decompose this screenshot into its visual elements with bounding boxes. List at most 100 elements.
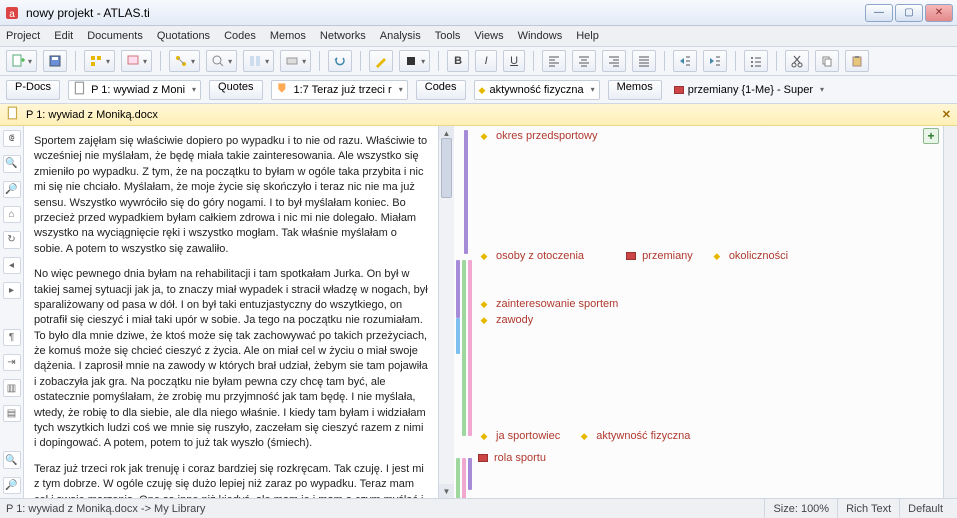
menu-tools[interactable]: Tools <box>435 30 461 42</box>
menu-documents[interactable]: Documents <box>87 30 143 42</box>
side-zoomout-icon[interactable]: 🔎 <box>3 181 21 198</box>
menu-views[interactable]: Views <box>474 30 503 42</box>
code-label: okoliczności <box>729 250 788 262</box>
increase-indent-button[interactable] <box>703 50 727 72</box>
side-searchnext-icon[interactable]: 🔎 <box>3 477 21 494</box>
bold-button[interactable]: B <box>447 50 469 72</box>
quote-combo[interactable]: 1:7 Teraz już trzeci r <box>271 80 408 100</box>
add-document-button[interactable] <box>6 50 37 72</box>
scroll-down-icon[interactable]: ▼ <box>439 484 454 498</box>
window-title: nowy projekt - ATLAS.ti <box>26 6 865 20</box>
align-right-button[interactable] <box>602 50 626 72</box>
menubar: Project Edit Documents Quotations Codes … <box>0 26 957 46</box>
maximize-button[interactable]: ▢ <box>895 4 923 22</box>
pdoc-combo[interactable]: P 1: wywiad z Moni <box>68 80 201 100</box>
cut-button[interactable] <box>785 50 809 72</box>
code-item[interactable]: osoby z otoczenia przemiany okoliczności <box>478 250 937 262</box>
undo-button[interactable] <box>328 50 352 72</box>
save-button[interactable] <box>43 50 67 72</box>
output-button[interactable] <box>280 50 311 72</box>
side-zoomin-icon[interactable]: 🔍 <box>3 155 21 172</box>
menu-quotations[interactable]: Quotations <box>157 30 210 42</box>
doc-tab-icon <box>6 106 20 123</box>
quote-bar[interactable] <box>462 458 466 498</box>
side-wrap-icon[interactable]: ⇥ <box>3 354 21 371</box>
side-bracket-icon[interactable]: ⟃ <box>3 130 21 147</box>
scroll-thumb[interactable] <box>441 138 452 198</box>
code-label: zainteresowanie sportem <box>496 298 618 310</box>
quote-bar[interactable] <box>456 260 460 318</box>
code-item[interactable]: ja sportowiec aktywność fizyczna <box>478 430 937 442</box>
code-label: okres przedsportowy <box>496 130 598 142</box>
paragraph: Sportem zajęłam się właściwie dopiero po… <box>34 134 428 257</box>
menu-edit[interactable]: Edit <box>54 30 73 42</box>
quote-bar[interactable] <box>468 458 472 490</box>
memos-button[interactable]: Memos <box>608 80 662 100</box>
quotes-button[interactable]: Quotes <box>209 80 262 100</box>
pdocs-button[interactable]: P-Docs <box>6 80 60 100</box>
side-margin-icon[interactable]: ▥ <box>3 379 21 396</box>
align-center-button[interactable] <box>572 50 596 72</box>
code-item[interactable]: rola sportu <box>478 452 937 464</box>
italic-button[interactable]: I <box>475 50 497 72</box>
code-item[interactable]: okres przedsportowy <box>478 130 937 142</box>
decrease-indent-button[interactable] <box>673 50 697 72</box>
memo-icon <box>626 252 636 260</box>
menu-help[interactable]: Help <box>576 30 599 42</box>
menu-windows[interactable]: Windows <box>518 30 563 42</box>
menu-codes[interactable]: Codes <box>224 30 256 42</box>
document-text[interactable]: Sportem zajęłam się właściwie dopiero po… <box>24 126 438 498</box>
document-pane: Sportem zajęłam się właściwie dopiero po… <box>24 126 454 498</box>
underline-button[interactable]: U <box>503 50 525 72</box>
doc-scrollbar[interactable]: ▲ ▼ <box>438 126 454 498</box>
document-tab-label[interactable]: P 1: wywiad z Moniką.docx <box>26 109 158 121</box>
side-reset-icon[interactable]: ⌂ <box>3 206 21 223</box>
memo-combo[interactable]: przemiany {1-Me} - Super <box>670 80 828 100</box>
codes-button[interactable]: Codes <box>416 80 466 100</box>
query-button[interactable] <box>206 50 237 72</box>
code-combo[interactable]: aktywność fizyczna <box>474 80 600 100</box>
copy-button[interactable] <box>815 50 839 72</box>
side-nexthit-icon[interactable]: ▸ <box>3 282 21 299</box>
quote-bar[interactable] <box>468 260 472 436</box>
side-search-icon[interactable]: 🔍 <box>3 451 21 468</box>
paragraph: Teraz już trzeci rok jak trenuję i coraz… <box>34 462 428 498</box>
close-button[interactable]: ✕ <box>925 4 953 22</box>
margin-pane: + okres przedsportowy osoby z otoczenia … <box>454 126 943 498</box>
add-region-button[interactable]: + <box>923 128 939 144</box>
code-item[interactable]: zawody <box>478 314 937 326</box>
highlight-button[interactable] <box>369 50 393 72</box>
titlebar: a nowy projekt - ATLAS.ti — ▢ ✕ <box>0 0 957 26</box>
close-tab-button[interactable]: ✕ <box>942 108 951 121</box>
menu-networks[interactable]: Networks <box>320 30 366 42</box>
code-icon <box>478 130 490 142</box>
memo-icon <box>478 454 488 462</box>
status-size[interactable]: Size: 100% <box>764 499 837 518</box>
quote-bar[interactable] <box>464 130 468 254</box>
quotation-bars <box>456 126 478 498</box>
code-icon <box>478 298 490 310</box>
align-left-button[interactable] <box>542 50 566 72</box>
quote-bar[interactable] <box>456 458 460 498</box>
minimize-button[interactable]: — <box>865 4 893 22</box>
side-prevhit-icon[interactable]: ◂ <box>3 257 21 274</box>
justify-button[interactable] <box>632 50 656 72</box>
quote-bar[interactable] <box>462 260 466 436</box>
menu-analysis[interactable]: Analysis <box>380 30 421 42</box>
side-paragraph-icon[interactable]: ¶ <box>3 329 21 346</box>
code-item[interactable]: zainteresowanie sportem <box>478 298 937 310</box>
menu-memos[interactable]: Memos <box>270 30 306 42</box>
code-icon <box>478 314 490 326</box>
code-icon <box>711 250 723 262</box>
color-button[interactable] <box>399 50 430 72</box>
quote-bar[interactable] <box>456 318 460 354</box>
side-numbers-icon[interactable]: ▤ <box>3 405 21 422</box>
paste-button[interactable] <box>845 50 869 72</box>
cooccurrence-button[interactable] <box>243 50 274 72</box>
memo-tool-button[interactable] <box>121 50 152 72</box>
menu-project[interactable]: Project <box>6 30 40 42</box>
side-refresh-icon[interactable]: ↻ <box>3 231 21 248</box>
bullet-list-button[interactable] <box>744 50 768 72</box>
codes-tool-button[interactable] <box>84 50 115 72</box>
network-button[interactable] <box>169 50 200 72</box>
